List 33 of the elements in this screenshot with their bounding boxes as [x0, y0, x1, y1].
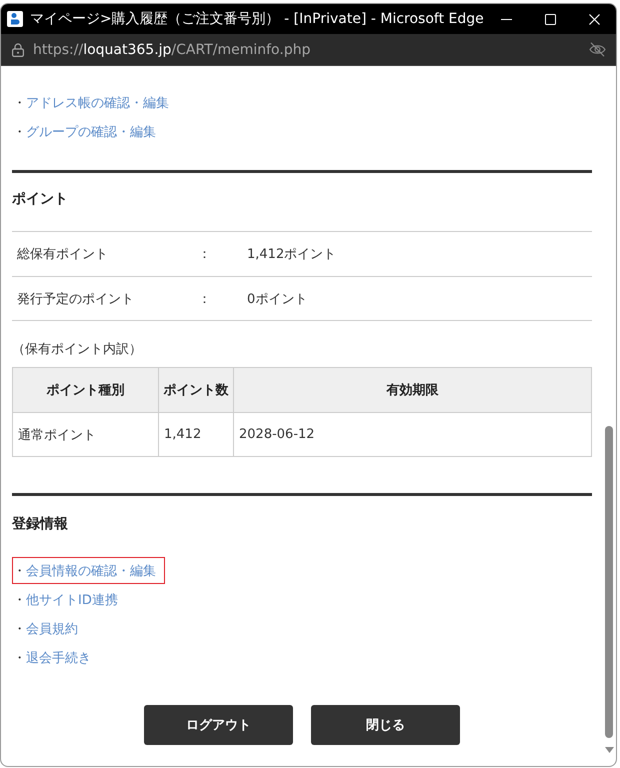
scrollbar-thumb[interactable]	[605, 426, 613, 738]
logout-button[interactable]: ログアウト	[144, 705, 293, 745]
lock-icon	[12, 42, 24, 56]
point-value: 1,412ポイント	[247, 246, 336, 263]
colon-separator: ：	[198, 246, 212, 263]
eye-slash-icon[interactable]	[589, 42, 606, 57]
table-caption: （保有ポイント内訳）	[12, 341, 143, 359]
point-value: 0ポイント	[247, 290, 308, 308]
colon-separator: ：	[198, 290, 212, 308]
window-title: マイページ>購入履歴（ご注文番号別） - [InPrivate] - Microsoft Edge	[30, 10, 484, 28]
table-cell: 2028-06-12	[234, 412, 592, 456]
close-page-button[interactable]: 閉じる	[311, 705, 460, 745]
maximize-icon	[544, 14, 556, 24]
close-icon	[588, 14, 600, 24]
url-text[interactable]: https://loquat365.jp/CART/meminfo.php	[33, 42, 589, 58]
column-header: 有効期限	[234, 368, 592, 412]
column-header: ポイント数	[158, 368, 234, 412]
minimize-icon	[500, 18, 512, 20]
point-label: 総保有ポイント	[17, 246, 109, 263]
table-cell: 通常ポイント	[12, 412, 158, 456]
section-heading: ポイント	[12, 190, 69, 209]
text-link[interactable]: ・退会手続き	[12, 644, 100, 671]
text-link[interactable]: ・アドレス帳の確認・編集	[12, 89, 178, 116]
text-link[interactable]: ・会員規約	[12, 615, 87, 642]
highlighted-link[interactable]: ・会員情報の確認・編集	[12, 557, 165, 584]
section-heading: 登録情報	[12, 515, 69, 534]
column-header: ポイント種別	[12, 368, 158, 412]
text-link[interactable]: ・他サイトID連携	[12, 586, 127, 613]
text-link[interactable]: ・グループの確認・編集	[12, 118, 165, 145]
table-cell: 1,412	[158, 412, 234, 456]
app-logo-icon	[7, 11, 23, 27]
scroll-down-arrow-icon[interactable]	[604, 747, 614, 753]
point-label: 発行予定のポイント	[17, 290, 135, 308]
